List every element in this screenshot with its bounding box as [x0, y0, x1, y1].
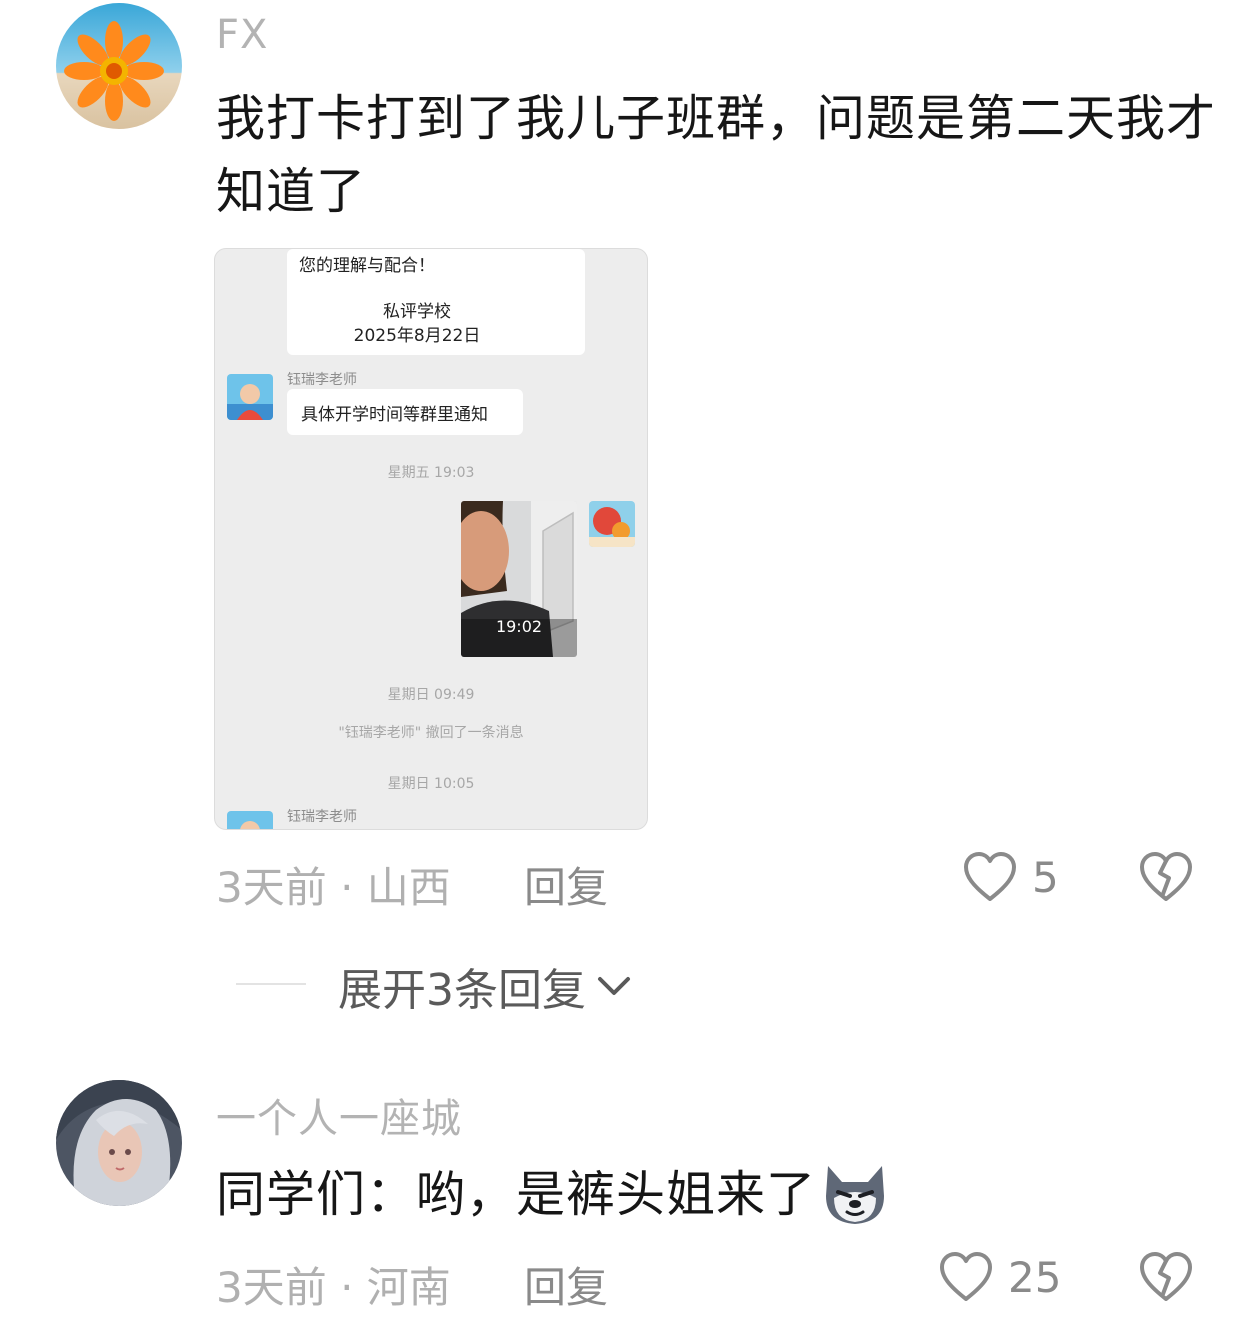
notice-date: 2025年8月22日 — [353, 326, 481, 346]
timestamp: 星期日 09:49 — [387, 687, 475, 703]
comment-text: 同学们：哟，是裤头姐来了 — [216, 1158, 1226, 1231]
like-count: 5 — [1032, 852, 1059, 902]
comment-text-content: 同学们：哟，是裤头姐来了 — [216, 1166, 817, 1223]
expand-replies-label: 展开3条回复 — [338, 965, 586, 1016]
timestamp: 星期五 19:03 — [387, 465, 475, 481]
wolf-emoji-icon — [826, 1165, 885, 1224]
avatar[interactable] — [56, 3, 182, 129]
like-button[interactable]: 5 — [962, 850, 1059, 904]
divider-line — [236, 983, 306, 985]
teacher-name: 钰瑞李老师 — [287, 372, 357, 388]
teacher-message-bubble: 具体开学时间等群里通知 — [287, 389, 523, 435]
like-button[interactable]: 25 — [938, 1250, 1061, 1304]
dislike-button[interactable] — [1138, 850, 1194, 908]
notice-line: 您的理解与配合！ — [299, 256, 435, 276]
teacher-message: 具体开学时间等群里通知 — [301, 405, 488, 425]
chevron-down-icon — [598, 977, 630, 995]
expand-replies-button[interactable]: 展开3条回复 — [338, 954, 632, 1018]
notice-school: 私评学校 — [383, 302, 451, 322]
timestamp: 星期日 10:05 — [387, 776, 475, 792]
comment-meta: 3天前 · 河南 — [216, 1263, 451, 1312]
teacher-avatar — [227, 374, 273, 420]
broken-heart-icon — [1140, 852, 1192, 901]
notice-bubble: 您的理解与配合！ 私评学校 2025年8月22日 — [287, 249, 585, 355]
recall-notice: "钰瑞李老师" 撤回了一条消息 — [338, 725, 524, 741]
photo-clock: 19:02 — [495, 617, 543, 636]
like-count: 25 — [1008, 1252, 1062, 1302]
avatar[interactable] — [56, 1080, 182, 1206]
broken-heart-icon — [1140, 1252, 1192, 1301]
username[interactable]: 一个人一座城 — [216, 1086, 462, 1144]
heart-outline-icon — [964, 852, 1016, 901]
comment-image[interactable]: 您的理解与配合！ 私评学校 2025年8月22日 钰瑞李老师 具体开学时间等群里… — [214, 248, 648, 830]
reply-button[interactable]: 回复 — [524, 1254, 608, 1315]
reply-button[interactable]: 回复 — [524, 854, 608, 915]
comment-text: 我打卡打到了我儿子班群，问题是第二天我才知道了 — [216, 90, 1217, 220]
teacher-avatar — [227, 811, 273, 829]
username[interactable]: FX — [216, 12, 268, 58]
teacher-name: 钰瑞李老师 — [287, 809, 357, 825]
user-avatar-mini — [589, 501, 635, 547]
comment-meta: 3天前 · 山西 — [216, 863, 451, 912]
dislike-button[interactable] — [1138, 1250, 1194, 1308]
heart-outline-icon — [940, 1252, 992, 1301]
selfie-photo: 19:02 — [461, 501, 577, 657]
